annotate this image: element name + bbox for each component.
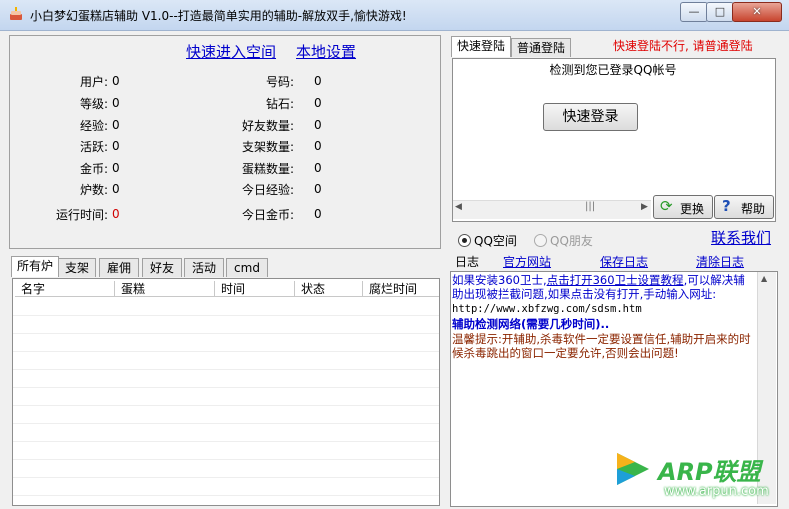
horizontal-scrollbar[interactable] <box>453 200 651 219</box>
refresh-button-label: 更换 <box>680 202 705 216</box>
tab-friends[interactable]: 好友 <box>142 258 182 277</box>
tab-normal-login[interactable]: 普通登陆 <box>511 38 571 57</box>
close-icon: ✕ <box>752 5 762 18</box>
maximize-icon: □ <box>714 5 726 18</box>
stat-qq-number-value: 0 <box>314 74 322 88</box>
stat-today-gold-label: 今日金币: <box>241 208 294 222</box>
stat-runtime-label: 运行时间: <box>55 208 108 222</box>
radio-qq-space[interactable] <box>458 234 471 247</box>
refresh-icon: ⟳ <box>660 197 673 215</box>
row-divider <box>13 351 439 352</box>
minimize-icon: — <box>688 5 700 18</box>
log-title: 日志 <box>455 255 480 269</box>
radio-qq-space-label[interactable]: QQ空间 <box>474 232 517 249</box>
row-divider <box>13 369 439 370</box>
row-divider <box>13 315 439 316</box>
stat-exp-value: 0 <box>112 118 120 132</box>
tab-racks[interactable]: 支架 <box>58 258 96 277</box>
login-notice: 快速登陆不行, 请普通登陆 <box>613 39 753 53</box>
row-divider <box>13 405 439 406</box>
log-content: 如果安装360卫士,点击打开360卫士设置教程,可以解决辅助出现被拦截问题,如果… <box>452 273 752 360</box>
stat-ovens-label: 炉数: <box>79 183 108 197</box>
stat-today-gold-value: 0 <box>314 207 322 221</box>
scroll-grip-icon: ||| <box>585 201 596 212</box>
stat-gold-label: 金币: <box>79 162 108 176</box>
stat-diamond-value: 0 <box>314 96 322 110</box>
column-time[interactable]: 时间 <box>215 281 295 297</box>
stat-today-exp-label: 今日经验: <box>241 183 294 197</box>
radio-qq-friend[interactable] <box>534 234 547 247</box>
help-button[interactable]: ? 帮助 <box>714 195 774 219</box>
login-detected-text: 检测到您已登录QQ帐号 <box>549 63 677 77</box>
stat-today-exp-value: 0 <box>314 182 322 196</box>
column-cake[interactable]: 蛋糕 <box>115 281 215 297</box>
cake-app-icon <box>8 6 24 22</box>
row-divider <box>13 477 439 478</box>
watermark-site: www.arpun.com <box>664 484 769 499</box>
save-log-link[interactable]: 保存日志 <box>600 253 648 270</box>
column-rot-time[interactable]: 腐烂时间 <box>363 281 439 297</box>
scroll-left-arrow-icon[interactable]: ◀ <box>455 202 462 212</box>
scroll-right-arrow-icon[interactable]: ▶ <box>641 202 648 212</box>
row-divider <box>13 495 439 496</box>
radio-qq-friend-label[interactable]: QQ朋友 <box>550 232 593 249</box>
row-divider <box>13 441 439 442</box>
stat-level-label: 等级: <box>79 97 108 111</box>
stat-friends-label: 好友数量: <box>241 119 294 133</box>
stat-level-value: 0 <box>112 96 120 110</box>
arp-logo-icon <box>611 447 655 491</box>
window-title: 小白梦幻蛋糕店辅助 V1.0--打造最简单实用的辅助-解放双手,愉快游戏! <box>30 9 407 23</box>
enter-space-link[interactable]: 快速进入空间 <box>186 41 276 62</box>
log-url: http://www.xbfzwg.com/sdsm.htm <box>452 303 642 315</box>
column-status[interactable]: 状态 <box>295 281 363 297</box>
row-divider <box>13 459 439 460</box>
contact-us-link[interactable]: 联系我们 <box>711 227 771 248</box>
stat-racks-label: 支架数量: <box>241 140 294 154</box>
stat-diamond-label: 钻石: <box>265 97 294 111</box>
stat-runtime-value: 0 <box>112 207 120 221</box>
maximize-button[interactable]: □ <box>706 2 734 22</box>
stat-friends-value: 0 <box>314 118 322 132</box>
stat-ovens-value: 0 <box>112 182 120 196</box>
quick-login-button[interactable]: 快速登录 <box>543 103 638 131</box>
log-360-tutorial-link[interactable]: 点击打开360卫士设置教程 <box>547 273 684 287</box>
stat-qq-number-label: 号码: <box>265 75 294 89</box>
stat-user-label: 用户: <box>79 75 108 89</box>
log-network-detect: 辅助检测网络(需要几秒时间).. <box>452 317 610 331</box>
log-360-text: 如果安装360卫士, <box>452 273 547 287</box>
help-icon: ? <box>722 197 731 215</box>
tab-hire[interactable]: 雇佣 <box>99 258 139 277</box>
log-warm-tip: 温馨提示:开辅助,杀毒软件一定要设置信任,辅助开启来的时候杀毒跳出的窗口一定要允… <box>452 332 751 360</box>
stat-cakes-label: 蛋糕数量: <box>241 162 294 176</box>
stat-racks-value: 0 <box>314 139 322 153</box>
clear-log-link[interactable]: 清除日志 <box>696 253 744 270</box>
minimize-button[interactable]: — <box>680 2 708 22</box>
watermark-brand: ARP联盟 <box>658 458 761 486</box>
official-site-link[interactable]: 官方网站 <box>503 253 551 270</box>
tab-all-ovens[interactable]: 所有炉 <box>11 256 59 277</box>
help-button-label: 帮助 <box>741 202 766 216</box>
refresh-button[interactable]: ⟳ 更换 <box>653 195 713 219</box>
stat-gold-value: 0 <box>112 161 120 175</box>
tab-cmd[interactable]: cmd <box>226 258 268 277</box>
scroll-up-arrow-icon[interactable]: ▲ <box>761 274 767 283</box>
stat-user-value: 0 <box>112 74 120 88</box>
column-name[interactable]: 名字 <box>15 281 115 297</box>
stat-active-value: 0 <box>112 139 120 153</box>
radio-dot <box>462 238 467 243</box>
close-button[interactable]: ✕ <box>732 2 782 22</box>
row-divider <box>13 423 439 424</box>
tab-activity[interactable]: 活动 <box>184 258 224 277</box>
stat-cakes-value: 0 <box>314 161 322 175</box>
stat-active-label: 活跃: <box>79 140 108 154</box>
local-settings-link[interactable]: 本地设置 <box>296 41 356 62</box>
row-divider <box>13 387 439 388</box>
tab-quick-login[interactable]: 快速登陆 <box>451 36 511 57</box>
row-divider <box>13 333 439 334</box>
stat-exp-label: 经验: <box>79 119 108 133</box>
oven-list-view[interactable]: 名字 蛋糕 时间 状态 腐烂时间 <box>12 278 440 506</box>
